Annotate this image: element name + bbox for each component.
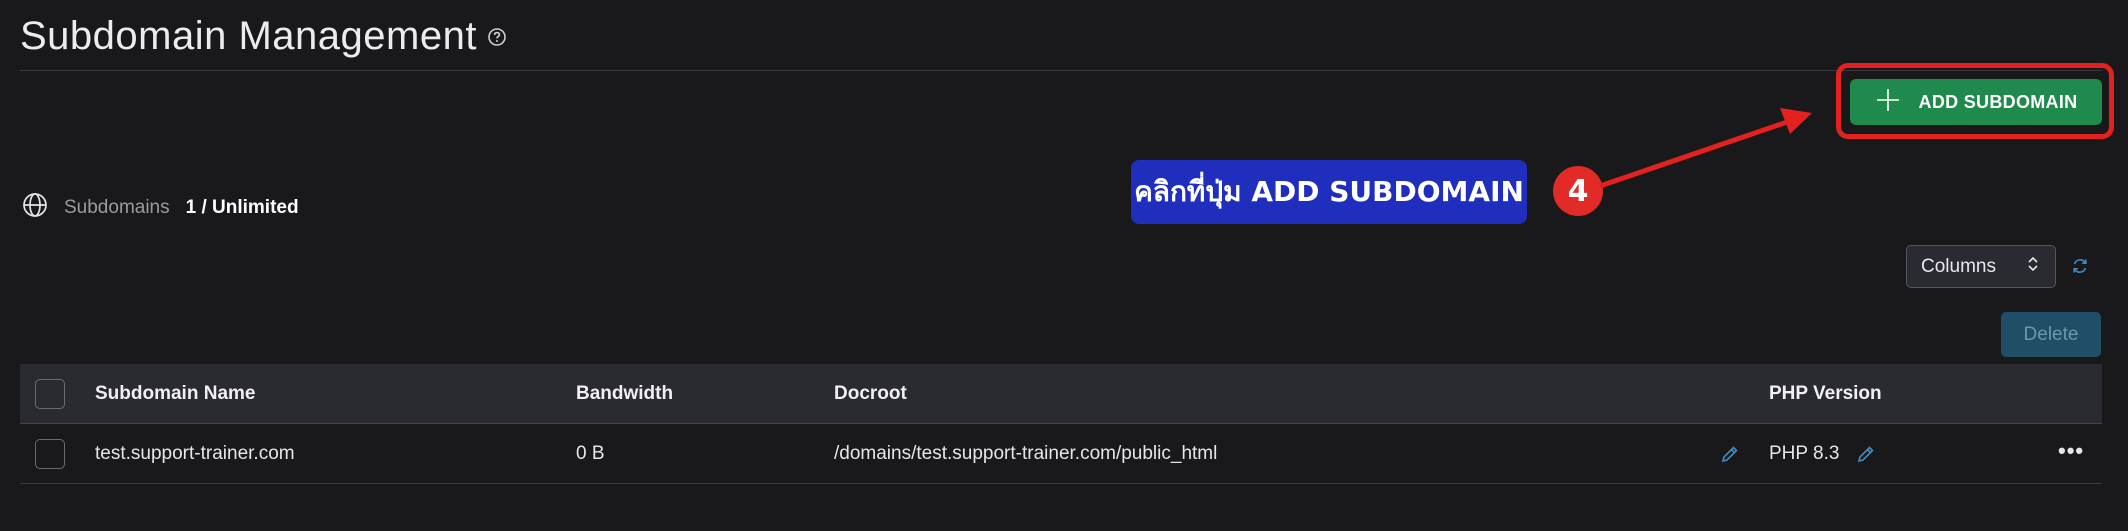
column-header-php-version[interactable]: PHP Version [1769, 383, 1882, 405]
table-header: Subdomain Name Bandwidth Docroot PHP Ver… [20, 364, 2102, 424]
edit-php-pencil-icon[interactable] [1856, 444, 1876, 464]
cell-php-version: PHP 8.3 [1769, 442, 1840, 464]
quota-value: 1 / Unlimited [185, 197, 299, 218]
cell-bandwidth: 0 B [576, 442, 605, 464]
delete-button[interactable]: Delete [2001, 312, 2101, 357]
cell-docroot: /domains/test.support-trainer.com/public… [834, 442, 1218, 464]
tutorial-callout: คลิกที่ปุ่ม ADD SUBDOMAIN [1131, 160, 1527, 224]
column-header-bandwidth[interactable]: Bandwidth [576, 383, 673, 405]
select-all-checkbox[interactable] [35, 378, 65, 409]
column-header-subdomain-name[interactable]: Subdomain Name [95, 383, 255, 405]
quota-label: Subdomains [64, 197, 170, 218]
subdomains-table: Subdomain Name Bandwidth Docroot PHP Ver… [20, 364, 2102, 484]
title-divider [20, 70, 2102, 71]
chevron-up-down-icon [2027, 255, 2039, 279]
column-header-docroot[interactable]: Docroot [834, 383, 907, 405]
columns-select-label: Columns [1921, 255, 1996, 277]
page-title-text: Subdomain Management [20, 14, 477, 58]
step-number-badge: 4 [1553, 166, 1603, 216]
cell-subdomain-name: test.support-trainer.com [95, 442, 295, 464]
more-horizontal-icon[interactable]: ••• [2058, 438, 2084, 464]
table-row: test.support-trainer.com 0 B /domains/te… [20, 424, 2102, 484]
help-circle-icon[interactable] [487, 27, 507, 47]
subdomain-quota: Subdomains 1 / Unlimited [22, 192, 299, 224]
refresh-icon[interactable] [2070, 256, 2090, 276]
edit-docroot-pencil-icon[interactable] [1720, 444, 1740, 464]
page-title: Subdomain Management [20, 14, 507, 59]
row-checkbox[interactable] [35, 438, 65, 469]
globe-icon [22, 192, 48, 224]
columns-select[interactable]: Columns [1906, 245, 2056, 288]
tutorial-highlight-box [1836, 63, 2114, 139]
